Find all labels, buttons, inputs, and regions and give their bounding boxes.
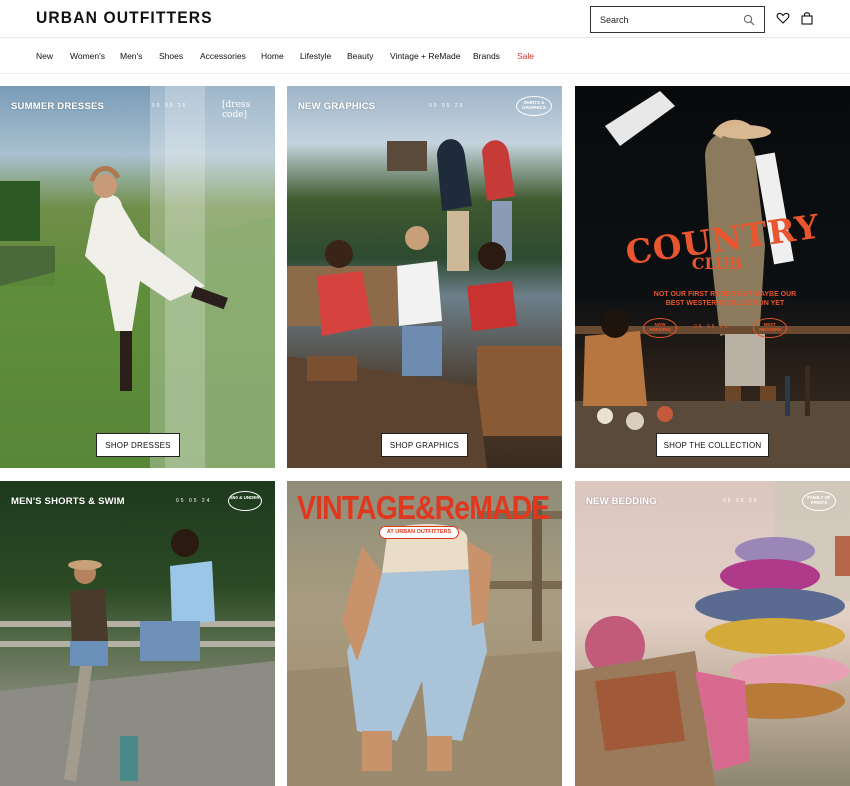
promo-tile-summer-dresses[interactable]: SUMMER DRESSES 05 05 25 [dress code] SHO… bbox=[0, 86, 275, 468]
new-bedding-photo bbox=[575, 481, 850, 786]
shirts-graphics-badge: SHIRTS & GRAPHICS bbox=[516, 96, 552, 116]
main-navigation: New Women's Men's Shoes Accessories Home… bbox=[0, 38, 850, 74]
nav-item-womens[interactable]: Women's bbox=[70, 51, 105, 61]
tile-date: 05 05 24 bbox=[176, 498, 212, 504]
promo-tile-country-club[interactable]: COUNTRY CLUB NOT OUR FIRST RODEO BUT MAY… bbox=[575, 86, 850, 468]
nav-item-mens[interactable]: Men's bbox=[120, 51, 142, 61]
nav-item-sale[interactable]: Sale bbox=[517, 51, 534, 61]
site-logo[interactable]: URBAN OUTFITTERS bbox=[36, 8, 213, 28]
tile-title: NEW BEDDING bbox=[586, 496, 657, 507]
mens-shorts-photo bbox=[0, 529, 275, 786]
shop-graphics-button[interactable]: SHOP GRAPHICS bbox=[381, 433, 468, 457]
summer-dresses-photo bbox=[0, 86, 275, 468]
shopping-bag-icon[interactable] bbox=[800, 11, 814, 25]
club-subheadline: CLUB bbox=[691, 254, 743, 273]
heart-icon[interactable] bbox=[776, 11, 790, 25]
country-club-photo bbox=[575, 91, 850, 468]
tile-title: MEN'S SHORTS & SWIM bbox=[11, 496, 125, 507]
tile-title: SUMMER DRESSES bbox=[11, 101, 105, 112]
vintage-subheadline: AT URBAN OUTFITTERS bbox=[379, 526, 459, 539]
best-western-badge: BEST WESTERN bbox=[753, 318, 787, 338]
nav-item-brands[interactable]: Brands bbox=[473, 51, 500, 61]
promo-tile-mens-shorts-swim[interactable]: MEN'S SHORTS & SWIM 05 05 24 $50 & UNDER bbox=[0, 481, 275, 786]
nav-item-accessories[interactable]: Accessories bbox=[200, 51, 246, 61]
vintage-remade-headline: VINTAGE&ReMADE bbox=[297, 489, 550, 526]
nav-item-beauty[interactable]: Beauty bbox=[347, 51, 373, 61]
tile-date: 05 05 25 bbox=[723, 498, 759, 504]
new-graphics-photo bbox=[287, 139, 562, 468]
site-header: URBAN OUTFITTERS bbox=[0, 0, 850, 38]
promo-tile-new-graphics[interactable]: NEW GRAPHICS 05 05 25 SHIRTS & GRAPHICS … bbox=[287, 86, 562, 468]
promo-tile-new-bedding[interactable]: NEW BEDDING 05 05 25 FAMILY OF PRINTS bbox=[575, 481, 850, 786]
family-of-prints-badge: FAMILY OF PRINTS bbox=[802, 491, 836, 511]
tile-title: NEW GRAPHICS bbox=[298, 101, 376, 112]
now-arriving-badge: NOW ARRIVING bbox=[643, 318, 677, 338]
promo-tile-vintage-remade[interactable]: VINTAGE&ReMADE AT URBAN OUTFITTERS bbox=[287, 481, 562, 786]
search-box[interactable] bbox=[590, 6, 765, 33]
dress-code-tag: [dress code] bbox=[222, 100, 251, 120]
tile-date: 05 05 25 bbox=[429, 103, 465, 109]
nav-item-vintage-remade[interactable]: Vintage + ReMade bbox=[390, 51, 461, 61]
nav-item-home[interactable]: Home bbox=[261, 51, 284, 61]
shop-dresses-button[interactable]: SHOP DRESSES bbox=[96, 433, 180, 457]
country-tagline: NOT OUR FIRST RODEO BUT MAYBE OUR BEST W… bbox=[653, 291, 797, 307]
search-icon[interactable] bbox=[743, 14, 755, 26]
fifty-under-badge: $50 & UNDER bbox=[228, 491, 262, 511]
nav-item-shoes[interactable]: Shoes bbox=[159, 51, 183, 61]
search-input[interactable] bbox=[600, 14, 740, 25]
nav-item-new[interactable]: New bbox=[36, 51, 53, 61]
nav-item-lifestyle[interactable]: Lifestyle bbox=[300, 51, 331, 61]
tile-date: 05 05 25 bbox=[152, 103, 188, 109]
tile-date: 05 05 25 bbox=[694, 324, 730, 330]
shop-the-collection-button[interactable]: SHOP THE COLLECTION bbox=[656, 433, 769, 457]
